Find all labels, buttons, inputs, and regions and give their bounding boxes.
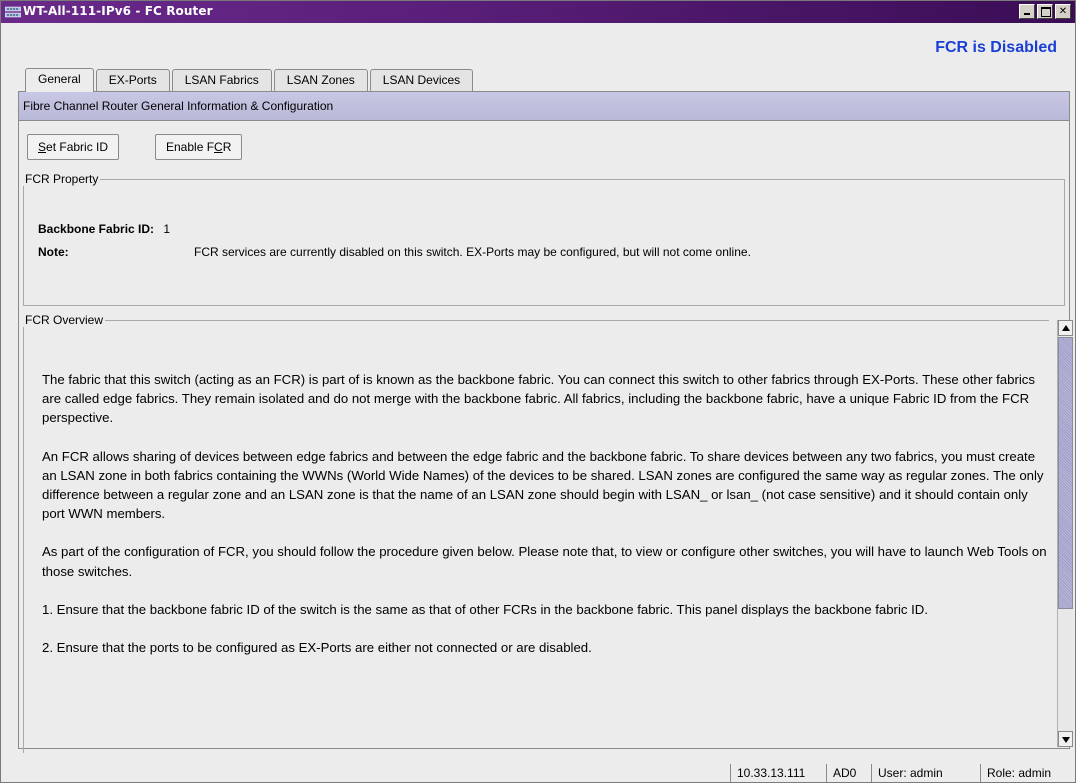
- scroll-up-button[interactable]: [1058, 320, 1073, 336]
- fcr-status-label: FCR is Disabled: [935, 39, 1057, 56]
- note-label: Note:: [38, 245, 69, 259]
- admin-domain: AD0: [826, 764, 862, 782]
- section-header: Fibre Channel Router General Information…: [19, 92, 1069, 121]
- network-switch-icon: [5, 6, 21, 18]
- tab-lsan-zones[interactable]: LSAN Zones: [273, 69, 368, 91]
- title-bar[interactable]: WT-All-111-IPv6 - FC Router ✕: [1, 1, 1075, 23]
- close-icon: ✕: [1058, 6, 1068, 17]
- window-title: WT-All-111-IPv6 - FC Router: [23, 4, 213, 18]
- button-label: Enable F: [166, 140, 215, 154]
- fcr-overview-text: The fabric that this switch (acting as a…: [42, 370, 1047, 676]
- mnemonic-char: C: [214, 140, 223, 154]
- role-indicator: Role: admin: [980, 764, 1057, 782]
- tab-lsan-devices[interactable]: LSAN Devices: [369, 69, 474, 91]
- mnemonic-char: S: [38, 140, 47, 154]
- arrow-down-icon: [1062, 737, 1070, 743]
- tab-general[interactable]: General: [25, 68, 94, 92]
- scroll-down-button[interactable]: [1058, 731, 1073, 747]
- general-tab-panel: Fibre Channel Router General Information…: [18, 91, 1070, 753]
- fcr-overview-legend: FCR Overview: [25, 313, 104, 327]
- overview-paragraph: As part of the configuration of FCR, you…: [42, 544, 1047, 579]
- fcr-property-group: FCR Property Backbone Fabric ID: 1 Note:…: [23, 172, 1065, 306]
- switch-ip: 10.33.13.111: [730, 764, 811, 782]
- backbone-fabric-row: Backbone Fabric ID: 1: [38, 222, 170, 236]
- user-indicator: User: admin: [871, 764, 949, 782]
- tab-ex-ports[interactable]: EX-Ports: [95, 69, 170, 91]
- overview-paragraph: An FCR allows sharing of devices between…: [42, 448, 1044, 522]
- backbone-fabric-label: Backbone Fabric ID:: [38, 222, 155, 236]
- status-bar: 10.33.13.111 AD0 User: admin Role: admin: [1, 761, 1075, 783]
- tab-bar: General EX-Ports LSAN Fabrics LSAN Zones…: [25, 68, 475, 92]
- minimize-button[interactable]: [1019, 4, 1035, 19]
- button-label: et Fabric ID: [46, 140, 109, 154]
- fcr-property-legend: FCR Property: [25, 172, 99, 186]
- arrow-up-icon: [1062, 325, 1070, 331]
- set-fabric-id-button[interactable]: Set Fabric ID: [27, 134, 120, 160]
- button-label: R: [222, 140, 232, 154]
- fc-router-window: WT-All-111-IPv6 - FC Router ✕ FCR is Dis…: [0, 0, 1076, 783]
- note-value: FCR services are currently disabled on t…: [194, 245, 751, 259]
- overview-scrollbar[interactable]: [1057, 320, 1073, 747]
- enable-fcr-button[interactable]: Enable FCR: [155, 134, 243, 160]
- overview-paragraph: 2. Ensure that the ports to be configure…: [42, 640, 592, 656]
- maximize-button[interactable]: [1037, 4, 1053, 19]
- tab-lsan-fabrics[interactable]: LSAN Fabrics: [171, 69, 272, 91]
- window-controls: ✕: [1019, 4, 1071, 19]
- close-button[interactable]: ✕: [1055, 4, 1071, 19]
- scroll-thumb[interactable]: [1058, 337, 1073, 609]
- overview-paragraph: The fabric that this switch (acting as a…: [42, 372, 1035, 426]
- backbone-fabric-value: 1: [163, 222, 171, 236]
- overview-paragraph: 1. Ensure that the backbone fabric ID of…: [42, 601, 928, 617]
- note-row: Note:: [38, 245, 69, 259]
